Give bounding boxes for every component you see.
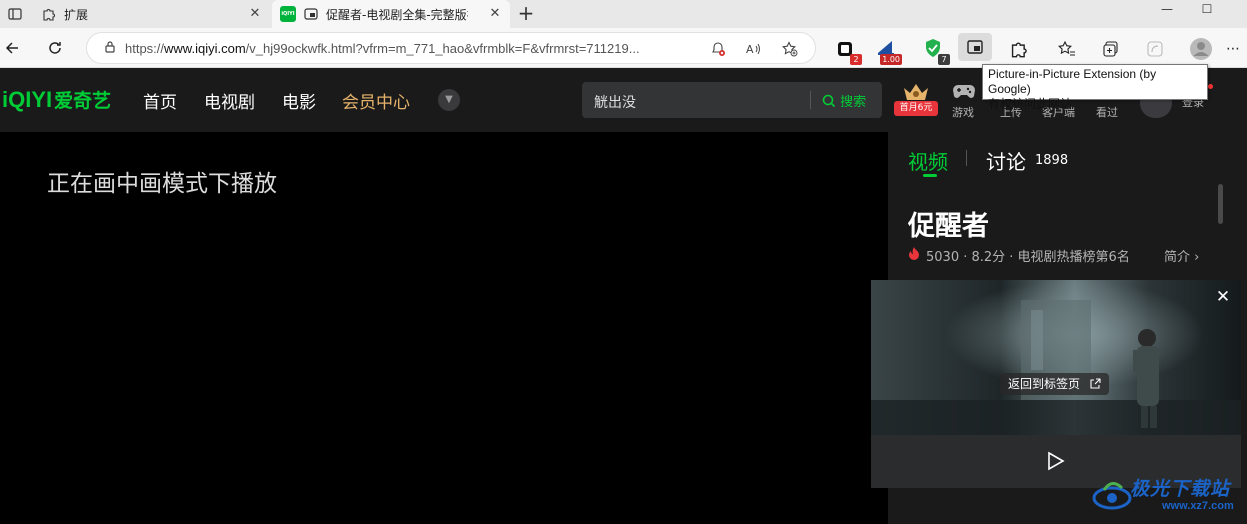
url-prefix: https:// [125,40,165,56]
tab-actions-button[interactable] [0,0,30,28]
url-host: www.iqiyi.com [164,40,246,56]
maximize-button[interactable]: ☐ [1192,0,1222,22]
pip-extension-tooltip: Picture-in-Picture Extension (by Google)… [982,64,1208,111]
crown-icon [904,84,928,100]
adguard-badge: 7 [938,54,950,65]
discussion-count: 1898 [1035,153,1069,168]
lock-icon[interactable] [95,40,125,56]
search-box[interactable]: 觥出没 搜索 [582,82,882,118]
gamepad-icon[interactable] [952,82,976,100]
active-tab-indicator [923,174,937,177]
url-path: /v_hj99ockwfk.html?vfrm=m_771_hao&vfrmbl… [245,40,640,56]
refresh-button[interactable] [43,36,67,60]
favorites-icon [1058,40,1075,56]
side-panel-scroll-thumb[interactable] [1218,184,1223,224]
refresh-icon [49,42,61,54]
back-to-tab-button[interactable]: 返回到标签页 [1000,373,1109,395]
tab-close-button[interactable]: ✕ [488,7,502,21]
back-to-tab-label: 返回到标签页 [1008,377,1081,391]
header-games[interactable]: 游戏 [952,104,974,120]
close-icon: ✕ [1215,287,1231,307]
minimize-button[interactable]: — [1152,0,1182,22]
favorites-button[interactable] [1054,36,1080,62]
svg-text:A: A [746,43,754,56]
extension-2-button[interactable]: 1.00 [874,36,902,65]
browser-tab-bar: 扩展 ✕ iQIYI 促醒者-电视剧全集-完整版视频在线观看-爱奇艺 ✕ + —… [0,0,1247,28]
iqiyi-favicon: iQIYI [280,6,296,22]
settings-more-button[interactable]: ⋯ [1226,36,1242,62]
search-icon [822,94,836,108]
extensions-button[interactable] [1006,36,1032,62]
profile-avatar-icon [1190,38,1212,60]
picture-in-picture-icon [967,40,983,54]
extension-1-button[interactable]: 2 [832,36,862,65]
address-bar[interactable]: https://www.iqiyi.com/v_hj99ockwfk.html?… [86,32,816,64]
nav-tv-series[interactable]: 电视剧 [204,88,255,113]
nav-movies[interactable]: 电影 [282,88,316,113]
puzzle-icon [1011,42,1027,58]
browser-toolbar: https://www.iqiyi.com/v_hj99ockwfk.html?… [0,28,1247,68]
search-input[interactable]: 觥出没 [594,92,636,112]
watermark-title: 极光下载站 [1130,478,1231,500]
tooltip-line-1: Picture-in-Picture Extension (by Google) [988,67,1157,96]
search-button-label: 搜索 [840,95,867,110]
watermark-url: www.xz7.com [1162,500,1234,512]
pip-mode-message: 正在画中画模式下播放 [47,171,277,197]
collections-button[interactable] [1098,36,1124,62]
logo-en: iQIYI [2,87,53,112]
nav-home[interactable]: 首页 [143,88,177,113]
intro-link[interactable]: 简介 › [1164,246,1199,265]
add-favorite-icon[interactable] [781,41,799,59]
pip-video-frame [871,280,1241,435]
notification-dot [1208,84,1213,89]
tab-close-button[interactable]: ✕ [248,7,262,21]
play-icon[interactable] [1044,450,1066,472]
tab-discussion[interactable]: 讨论 [986,146,1026,175]
tab-iqiyi[interactable]: iQIYI 促醒者-电视剧全集-完整版视频在线观看-爱奇艺 ✕ [272,0,510,28]
watermark-logo-icon [1092,482,1132,510]
pip-close-button[interactable]: ✕ [1213,287,1233,307]
tab-videos[interactable]: 视频 [908,146,948,175]
read-aloud-icon[interactable]: A [744,41,762,59]
search-button[interactable]: 搜索 [822,91,866,110]
show-stats: 5030 · 8.2分 · 电视剧热播榜第6名 [926,250,1130,265]
tab-title: 扩展 [64,7,89,22]
tooltip-line-2: 有权访问此网站 [988,97,1073,111]
logo-cn: 爱奇艺 [54,91,112,112]
back-arrow-icon [5,42,18,54]
site-watermark: 极光下载站 www.xz7.com [1090,470,1247,524]
tab-extensions[interactable]: 扩展 ✕ [32,0,270,28]
tab-divider [966,150,967,166]
nav-vip-center[interactable]: 会员中心 [342,88,410,113]
page-scrollbar-top [1227,68,1247,132]
show-title: 促醒者 [908,211,989,242]
adguard-button[interactable]: 7 [920,36,950,65]
fire-icon [909,247,919,260]
extension-2-badge: 1.00 [880,54,902,65]
chevron-down-icon: ▼ [445,94,453,105]
notification-blocked-icon[interactable] [709,41,727,59]
url-text[interactable]: https://www.iqiyi.com/v_hj99ockwfk.html?… [125,41,695,56]
new-tab-button[interactable]: + [514,2,538,26]
pip-window[interactable]: ✕ 返回到标签页 [871,280,1241,488]
iqiyi-logo[interactable]: iQIYI 爱奇艺 [2,86,111,113]
browser-essentials-icon [1147,41,1163,57]
nav-more-button[interactable]: ▼ [438,89,460,111]
tab-actions-icon [8,8,22,20]
tab-title: 促醒者-电视剧全集-完整版视频在线观看-爱奇艺 [326,7,468,22]
pip-extension-button[interactable] [958,33,992,61]
external-link-icon [1090,378,1101,389]
extension-1-badge: 2 [850,54,862,65]
more-dots-icon: ⋯ [1226,41,1240,57]
pip-tab-icon [304,8,318,20]
vip-promo[interactable]: 首月6元 [894,82,938,118]
search-divider [810,91,811,109]
back-button[interactable] [0,36,24,60]
video-player[interactable]: 正在画中画模式下播放 [0,132,888,524]
collections-icon [1103,41,1118,57]
vip-promo-tag: 首月6元 [894,101,938,116]
browser-essentials-button[interactable] [1142,36,1168,62]
puzzle-icon [43,9,55,21]
profile-button[interactable] [1188,36,1214,62]
